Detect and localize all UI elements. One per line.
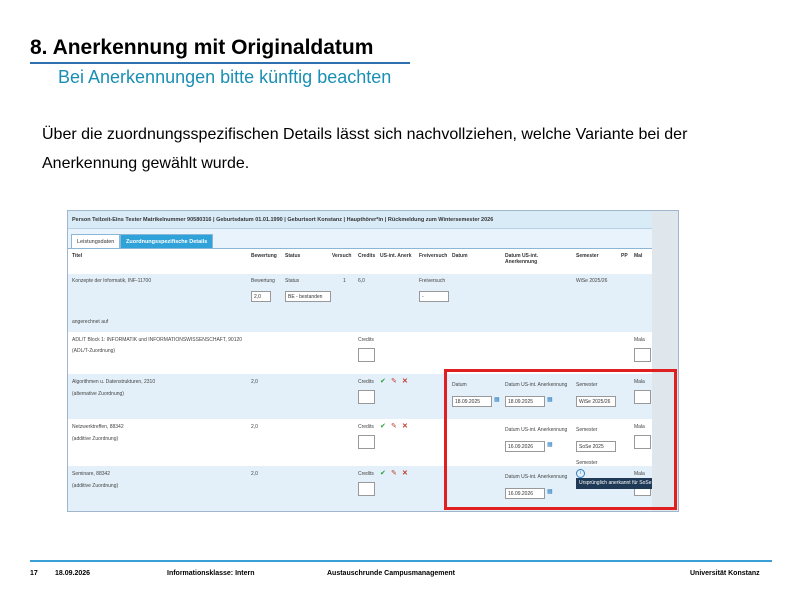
- table-header: Titel Bewertung Status Versuch Credits U…: [68, 248, 652, 276]
- col-datum: Datum: [452, 253, 468, 259]
- credits-label: Credits: [358, 337, 374, 343]
- col-credits: Credits: [358, 253, 376, 259]
- slide-body-text: Über die zuordnungsspezifischen Details …: [42, 126, 688, 172]
- bewertung-value: 2,0: [251, 471, 258, 477]
- bewertung-value: 2,0: [251, 424, 258, 430]
- credits-input[interactable]: [358, 390, 375, 404]
- checkmark-icon[interactable]: ✔: [380, 469, 386, 477]
- pencil-icon[interactable]: ✎: [391, 422, 397, 430]
- bewertung-label: Bewertung: [251, 278, 275, 284]
- col-freiversuch: Freiversuch: [419, 253, 448, 259]
- credits-value: 6,0: [358, 278, 365, 284]
- footer-classification: Informationsklasse: Intern: [167, 570, 255, 577]
- semester-value: WiSe 2025/26: [576, 278, 608, 284]
- footer-org: Universität Konstanz: [690, 570, 760, 577]
- person-header: Person Teilzeit-Eins Tester Matrikelnumm…: [68, 211, 652, 229]
- credits-input[interactable]: [358, 348, 375, 362]
- table-row: angerechnet auf: [68, 314, 652, 333]
- row-subtitle: (additive Zuordnung): [72, 483, 119, 489]
- col-bewertung: Bewertung: [251, 253, 277, 259]
- credits-label: Credits: [358, 424, 374, 430]
- status-select[interactable]: BE - bestanden: [285, 291, 331, 302]
- title-underline: [30, 62, 410, 64]
- col-status: Status: [285, 253, 301, 259]
- col-versuch: Versuch: [332, 253, 352, 259]
- mal-input[interactable]: [634, 348, 651, 362]
- page-number: 17: [30, 570, 38, 577]
- col-mal: Mal: [634, 253, 643, 259]
- x-icon[interactable]: ✕: [402, 469, 408, 477]
- status-label: Status: [285, 278, 300, 284]
- tab-zuordnungsspezifische-details[interactable]: Zuordnungsspezifische Details: [120, 234, 214, 249]
- row-title: Algorithmen u. Datenstrukturen, 2310: [72, 379, 156, 385]
- highlight-box: [444, 369, 677, 510]
- bewertung-value: 2,0: [251, 379, 258, 385]
- freiversuch-select[interactable]: -: [419, 291, 449, 302]
- checkmark-icon[interactable]: ✔: [380, 377, 386, 385]
- col-datum-us: Datum US-int. Anerkennung: [505, 253, 539, 265]
- freiversuch-label: Freiversuch: [419, 278, 446, 284]
- checkmark-icon[interactable]: ✔: [380, 422, 386, 430]
- row-title: Netzwerktreffen, 88342: [72, 424, 124, 430]
- credits-label: Credits: [358, 379, 374, 385]
- mal-label: Mala: [634, 337, 645, 343]
- row-title: ADL/T Block 1: INFORMATIK und INFORMATIO…: [72, 337, 243, 343]
- slide-title: 8. Anerkennung mit Originaldatum: [30, 36, 374, 59]
- col-semester: Semester: [576, 253, 599, 259]
- pencil-icon[interactable]: ✎: [391, 377, 397, 385]
- slide-subtitle: Bei Anerkennungen bitte künftig beachten: [58, 67, 392, 87]
- row-title: Konzepte der Informatik, INF-11700: [72, 278, 152, 284]
- pencil-icon[interactable]: ✎: [391, 469, 397, 477]
- col-pp: PP: [621, 253, 628, 259]
- table-row: Konzepte der Informatik, INF-11700 Bewer…: [68, 274, 652, 315]
- footer-project: Austauschrunde Campusmanagement: [327, 570, 455, 577]
- row-title: Seminare, 88342: [72, 471, 111, 477]
- bewertung-input[interactable]: 2,0: [251, 291, 271, 302]
- row-title: angerechnet auf: [72, 319, 109, 325]
- x-icon[interactable]: ✕: [402, 377, 408, 385]
- row-subtitle: (alternative Zuordnung): [72, 391, 124, 397]
- col-titel: Titel: [72, 253, 83, 259]
- tab-leistungsdaten[interactable]: Leistungsdaten: [71, 234, 121, 249]
- footer-rule: [30, 560, 772, 562]
- col-us-int: US-int. Anerk: [380, 253, 412, 259]
- row-subtitle: (additive Zuordnung): [72, 436, 119, 442]
- x-icon[interactable]: ✕: [402, 422, 408, 430]
- credits-label: Credits: [358, 471, 374, 477]
- credits-input[interactable]: [358, 435, 375, 449]
- footer-date: 18.09.2026: [55, 570, 91, 577]
- row-subtitle: (ADL/T-Zuordnung): [72, 348, 116, 354]
- versuch-value: 1: [343, 278, 346, 284]
- credits-input[interactable]: [358, 482, 375, 496]
